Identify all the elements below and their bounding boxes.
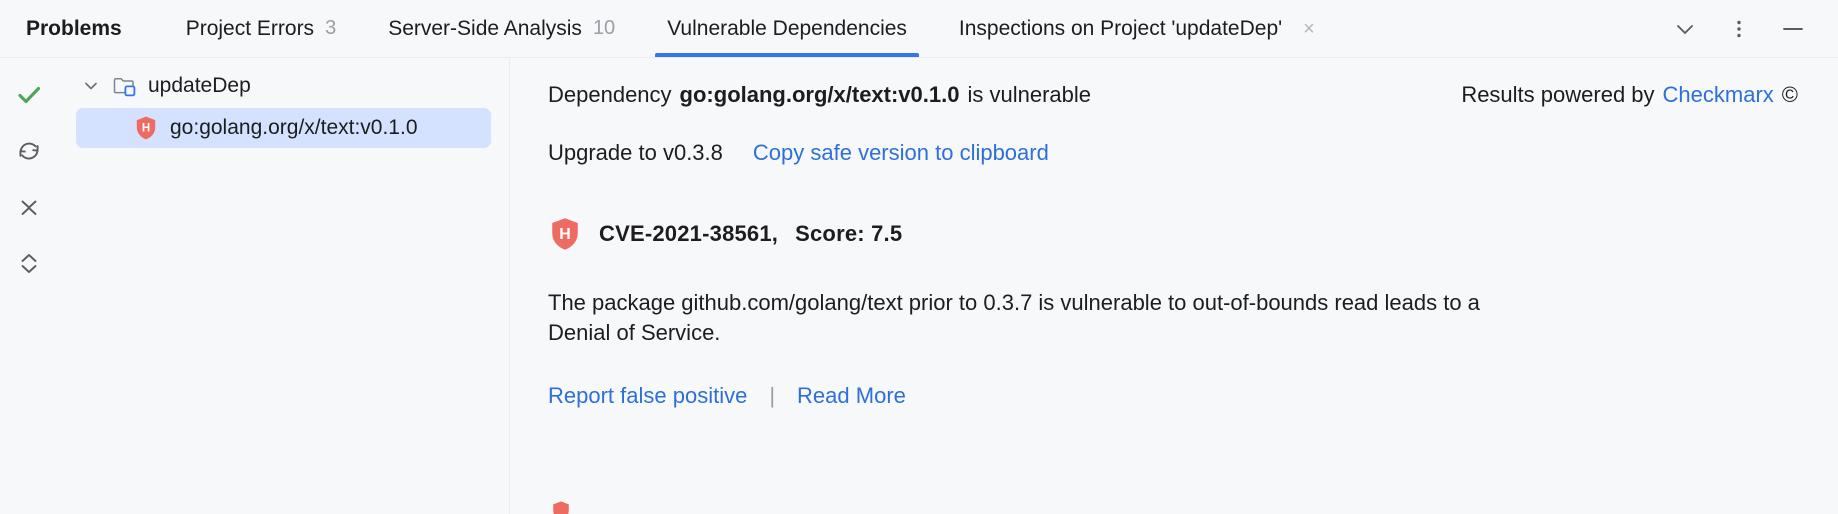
expand-all-icon[interactable] [8, 242, 50, 284]
tab-server-side-analysis[interactable]: Server-Side Analysis 10 [362, 0, 641, 57]
rescan-icon[interactable] [8, 130, 50, 172]
tab-bar-actions [1658, 0, 1838, 57]
collapse-all-icon[interactable] [8, 186, 50, 228]
cve-header-row: H CVE-2021-38561, Score: 7.5 [548, 216, 1798, 252]
tab-project-errors-label: Project Errors [185, 16, 315, 40]
tree-row-root-label: updateDep [148, 74, 251, 97]
checkmark-icon[interactable] [8, 74, 50, 116]
svg-text:H: H [142, 123, 150, 135]
close-icon[interactable]: × [1303, 19, 1315, 39]
tree-row-dependency[interactable]: H go:golang.org/x/text:v0.1.0 [76, 108, 491, 148]
powered-by-prefix-label: Results powered by [1461, 82, 1655, 107]
tab-server-side-analysis-count: 10 [592, 17, 616, 39]
upgrade-row: Upgrade to v0.3.8 Copy safe version to c… [548, 140, 1798, 166]
dependency-suffix-label: is vulnerable [967, 82, 1091, 107]
module-folder-icon [112, 74, 138, 98]
tab-project-errors[interactable]: Project Errors 3 [160, 0, 362, 57]
tree-row-dependency-label: go:golang.org/x/text:v0.1.0 [170, 116, 418, 139]
cve-id-label: CVE-2021-38561, [599, 221, 779, 246]
tab-inspections-on-project[interactable]: Inspections on Project 'updateDep' × [933, 0, 1341, 57]
tree-row-root[interactable]: updateDep [58, 66, 509, 106]
tab-vulnerable-dependencies-label: Vulnerable Dependencies [667, 16, 907, 40]
tab-inspections-on-project-label: Inspections on Project 'updateDep' [958, 16, 1283, 40]
report-false-positive-link[interactable]: Report false positive [548, 383, 747, 409]
left-toolbar [0, 58, 58, 514]
tab-bar-spacer [1341, 0, 1658, 57]
next-cve-shield-icon [548, 500, 574, 514]
tab-vulnerable-dependencies[interactable]: Vulnerable Dependencies [641, 0, 933, 57]
dependency-name-label: go:golang.org/x/text:v0.1.0 [679, 82, 960, 107]
svg-text:H: H [559, 226, 571, 243]
cve-score-label: Score: 7.5 [795, 221, 903, 246]
vulnerability-detail-panel: Dependency go:golang.org/x/text:v0.1.0 i… [510, 58, 1838, 514]
high-severity-shield-icon: H [134, 115, 158, 141]
dependency-summary: Dependency go:golang.org/x/text:v0.1.0 i… [548, 82, 1091, 108]
read-more-link[interactable]: Read More [797, 383, 906, 409]
tab-project-errors-count: 3 [325, 17, 337, 39]
tool-window-title-label: Problems [26, 16, 122, 40]
tab-bar: Problems Project Errors 3 Server-Side An… [0, 0, 1838, 58]
problems-tool-window: Problems Project Errors 3 Server-Side An… [0, 0, 1838, 514]
copy-safe-version-link[interactable]: Copy safe version to clipboard [753, 140, 1049, 166]
chevron-down-icon[interactable] [80, 76, 102, 96]
chevron-down-icon[interactable] [1658, 2, 1712, 56]
copyright-symbol: © [1781, 82, 1798, 107]
dependency-prefix-label: Dependency [548, 82, 672, 107]
checkmarx-link[interactable]: Checkmarx [1663, 82, 1774, 108]
dependency-tree: updateDep H go:golang.org/x/text:v0.1.0 [58, 58, 510, 514]
powered-by-notice: Results powered by Checkmarx © [1461, 82, 1798, 108]
link-separator: | [769, 382, 776, 408]
vulnerability-description: The package github.com/golang/text prior… [548, 290, 1480, 346]
upgrade-version-label: Upgrade to v0.3.8 [548, 140, 723, 165]
tool-window-title: Problems [22, 0, 160, 57]
detail-actions-row: Report false positive | Read More [548, 383, 1798, 409]
high-severity-shield-icon: H [548, 216, 582, 252]
minimize-icon[interactable] [1766, 2, 1820, 56]
tool-window-body: updateDep H go:golang.org/x/text:v0.1.0 … [0, 58, 1838, 514]
dependency-summary-row: Dependency go:golang.org/x/text:v0.1.0 i… [548, 82, 1798, 108]
more-options-icon[interactable] [1712, 2, 1766, 56]
tab-server-side-analysis-label: Server-Side Analysis [388, 16, 582, 40]
